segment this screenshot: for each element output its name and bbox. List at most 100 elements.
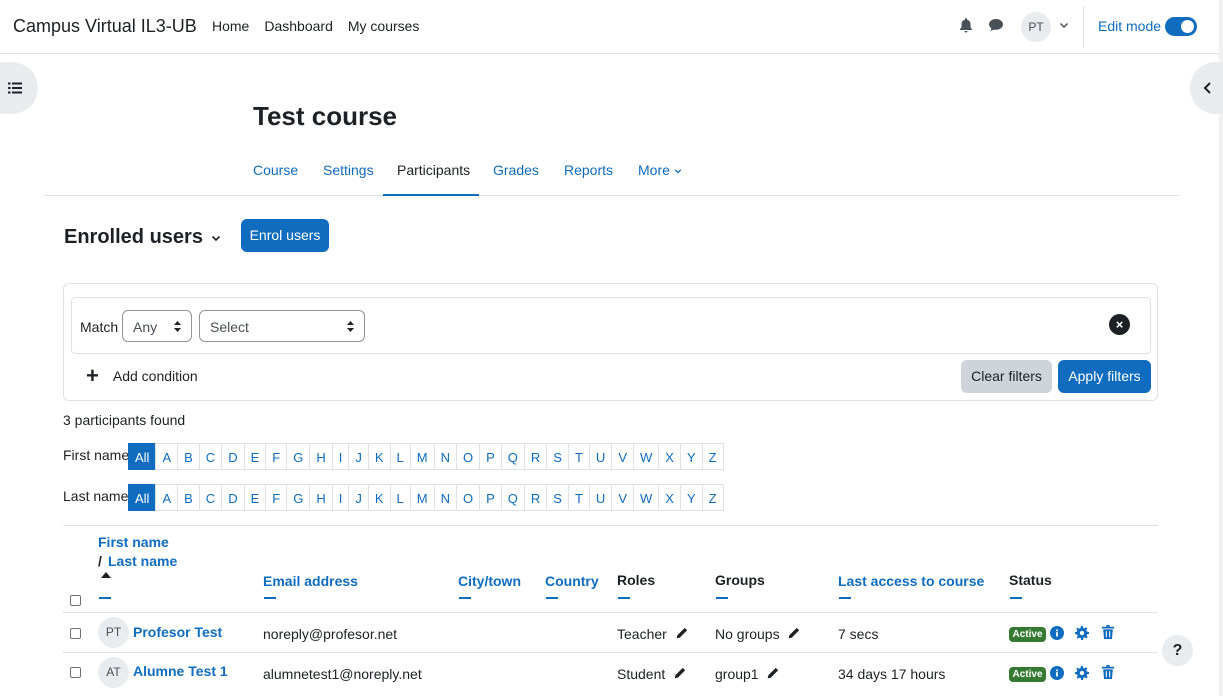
last-name-initial-k[interactable]: K	[367, 484, 391, 511]
last-name-initial-a[interactable]: A	[155, 484, 179, 511]
chat-bubble-icon[interactable]	[988, 17, 1004, 33]
add-condition-button[interactable]: + Add condition	[86, 365, 198, 387]
last-name-initial-b[interactable]: B	[177, 484, 200, 511]
collapse-column-icon[interactable]	[264, 597, 276, 599]
first-name-initial-all[interactable]: All	[128, 443, 157, 470]
tab-more[interactable]: More	[624, 150, 696, 196]
first-name-initial-o[interactable]: O	[455, 443, 481, 470]
first-name-initial-k[interactable]: K	[367, 443, 391, 470]
pencil-icon[interactable]	[673, 667, 686, 680]
last-name-initial-f[interactable]: F	[265, 484, 288, 511]
first-name-initial-q[interactable]: Q	[500, 443, 525, 470]
last-name-initial-l[interactable]: L	[389, 484, 411, 511]
header-first-name[interactable]: First name	[98, 534, 169, 550]
tab-participants[interactable]: Participants	[383, 150, 479, 196]
enrol-users-button[interactable]: Enrol users	[241, 219, 329, 252]
first-name-initial-i[interactable]: I	[331, 443, 350, 470]
header-last-name[interactable]: Last name	[108, 553, 177, 569]
first-name-initial-r[interactable]: R	[523, 443, 548, 470]
last-name-initial-i[interactable]: I	[331, 484, 350, 511]
nav-dashboard-link[interactable]: Dashboard	[264, 18, 333, 34]
clear-filters-button[interactable]: Clear filters	[961, 360, 1052, 393]
row-checkbox[interactable]	[70, 628, 81, 639]
first-name-initial-b[interactable]: B	[177, 443, 200, 470]
last-name-initial-u[interactable]: U	[588, 484, 613, 511]
participant-name-link[interactable]: Alumne Test 1	[133, 663, 228, 679]
trash-icon[interactable]	[1101, 625, 1115, 639]
last-name-initial-d[interactable]: D	[221, 484, 245, 511]
bell-icon[interactable]	[958, 17, 974, 33]
first-name-initial-d[interactable]: D	[221, 443, 245, 470]
match-select[interactable]: Any	[122, 310, 192, 342]
header-country[interactable]: Country	[545, 573, 599, 589]
remove-filter-row-icon[interactable]: ×	[1109, 314, 1130, 335]
nav-my-courses-link[interactable]: My courses	[348, 18, 420, 34]
first-name-initial-w[interactable]: W	[632, 443, 660, 470]
header-email[interactable]: Email address	[263, 573, 358, 589]
header-city[interactable]: City/town	[458, 573, 521, 589]
info-icon[interactable]	[1050, 626, 1064, 640]
last-name-initial-s[interactable]: S	[546, 484, 569, 511]
tab-reports[interactable]: Reports	[550, 150, 627, 196]
header-last-access[interactable]: Last access to course	[838, 573, 984, 589]
last-name-initial-g[interactable]: G	[286, 484, 311, 511]
collapse-column-icon[interactable]	[99, 597, 111, 599]
help-button[interactable]: ?	[1162, 635, 1193, 666]
pencil-icon[interactable]	[766, 667, 779, 680]
first-name-initial-c[interactable]: C	[198, 443, 223, 470]
filter-type-select[interactable]: Select	[199, 310, 365, 342]
last-name-initial-z[interactable]: Z	[701, 484, 724, 511]
last-name-initial-t[interactable]: T	[567, 484, 590, 511]
first-name-initial-z[interactable]: Z	[701, 443, 724, 470]
pencil-icon[interactable]	[787, 627, 800, 640]
collapse-column-icon[interactable]	[618, 597, 630, 599]
first-name-initial-g[interactable]: G	[286, 443, 311, 470]
last-name-initial-v[interactable]: V	[611, 484, 634, 511]
last-name-initial-w[interactable]: W	[632, 484, 660, 511]
first-name-initial-n[interactable]: N	[433, 443, 457, 470]
last-name-initial-y[interactable]: Y	[679, 484, 703, 511]
select-all-checkbox[interactable]	[70, 595, 81, 606]
tab-settings[interactable]: Settings	[309, 150, 388, 196]
first-name-initial-p[interactable]: P	[479, 443, 502, 470]
first-name-initial-x[interactable]: X	[658, 443, 681, 470]
nav-home-link[interactable]: Home	[212, 18, 249, 34]
last-name-initial-c[interactable]: C	[198, 484, 223, 511]
participants-page-selector[interactable]: Enrolled users	[64, 226, 221, 249]
trash-icon[interactable]	[1101, 665, 1115, 679]
last-name-initial-o[interactable]: O	[455, 484, 481, 511]
last-name-initial-x[interactable]: X	[658, 484, 681, 511]
site-brand[interactable]: Campus Virtual IL3-UB	[13, 16, 197, 37]
collapse-column-icon[interactable]	[459, 597, 471, 599]
first-name-initial-f[interactable]: F	[265, 443, 288, 470]
first-name-initial-v[interactable]: V	[611, 443, 634, 470]
pencil-icon[interactable]	[675, 627, 688, 640]
block-drawer-toggle[interactable]	[1190, 62, 1223, 114]
user-avatar[interactable]: PT	[1021, 12, 1051, 42]
last-name-initial-q[interactable]: Q	[500, 484, 525, 511]
last-name-initial-p[interactable]: P	[479, 484, 502, 511]
last-name-initial-n[interactable]: N	[433, 484, 457, 511]
chevron-down-icon[interactable]	[1059, 20, 1069, 30]
collapse-column-icon[interactable]	[546, 597, 558, 599]
tab-grades[interactable]: Grades	[479, 150, 553, 196]
first-name-initial-j[interactable]: J	[348, 443, 369, 470]
first-name-initial-t[interactable]: T	[567, 443, 590, 470]
row-checkbox[interactable]	[70, 667, 81, 678]
first-name-initial-u[interactable]: U	[588, 443, 613, 470]
gear-icon[interactable]	[1075, 626, 1089, 640]
last-name-initial-h[interactable]: H	[309, 484, 333, 511]
first-name-initial-l[interactable]: L	[389, 443, 411, 470]
last-name-initial-e[interactable]: E	[243, 484, 267, 511]
first-name-initial-e[interactable]: E	[243, 443, 267, 470]
collapse-column-icon[interactable]	[839, 597, 851, 599]
last-name-initial-j[interactable]: J	[348, 484, 369, 511]
first-name-initial-y[interactable]: Y	[679, 443, 703, 470]
apply-filters-button[interactable]: Apply filters	[1058, 360, 1151, 393]
first-name-initial-a[interactable]: A	[155, 443, 179, 470]
course-index-drawer-toggle[interactable]	[0, 62, 38, 114]
gear-icon[interactable]	[1075, 666, 1089, 680]
collapse-column-icon[interactable]	[716, 597, 728, 599]
last-name-initial-m[interactable]: M	[409, 484, 435, 511]
edit-mode-toggle[interactable]	[1165, 17, 1197, 36]
